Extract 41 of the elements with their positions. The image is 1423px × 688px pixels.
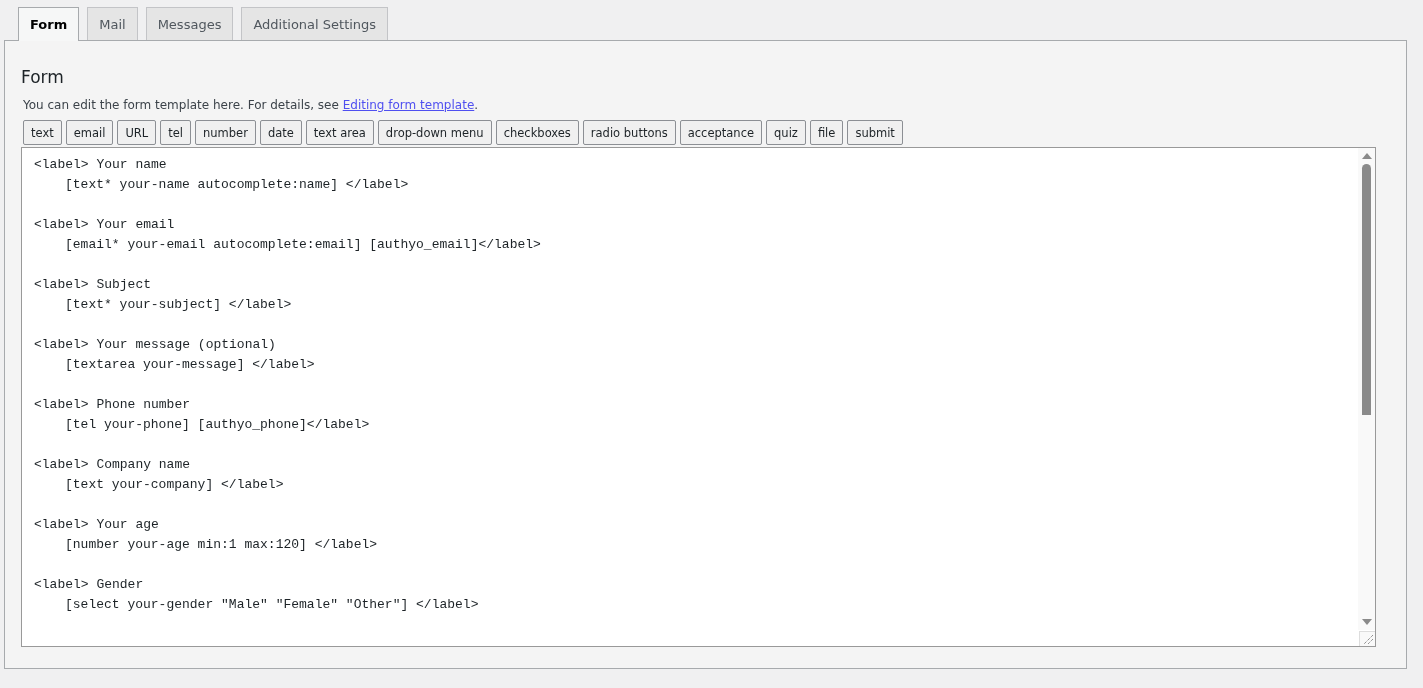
tab[interactable]: Form <box>18 7 80 41</box>
tag-generator-button[interactable]: date <box>259 120 302 145</box>
tag-generator-button[interactable]: submit <box>847 120 903 145</box>
tag-generator-button[interactable]: file <box>809 120 844 145</box>
tag-generator-button[interactable]: checkboxes <box>495 120 579 145</box>
resize-grip-icon[interactable] <box>1364 635 1373 644</box>
code-line: <label> Your message (optional) <box>34 337 276 352</box>
tag-generator-button[interactable]: acceptance <box>679 120 763 145</box>
tag-generator-button[interactable]: drop-down menu <box>377 120 492 145</box>
scroll-up-arrow-icon[interactable] <box>1361 153 1372 159</box>
section-heading: Form <box>21 67 65 87</box>
tag-generator-button[interactable]: URL <box>117 120 157 145</box>
code-line: [text your-company] </label> <box>65 477 284 492</box>
code-line: <label> Phone number <box>34 397 191 412</box>
code-line: <label> Subject <box>34 277 152 292</box>
code-line: <label> Your age <box>34 517 159 532</box>
tag-generator-button[interactable]: radio buttons <box>582 120 676 145</box>
form-template-editor[interactable] <box>21 147 1376 647</box>
tag-generator-button[interactable]: text area <box>305 120 374 145</box>
code-line: <label> Gender <box>34 577 144 592</box>
code-line: [tel your-phone] [authyo_phone]</label> <box>65 417 370 432</box>
tag-generator-button[interactable]: email <box>65 120 114 145</box>
tab[interactable]: Mail <box>87 7 138 40</box>
code-line: [email* your-email autocomplete:email] [authyo_email]</label> <box>65 237 541 252</box>
tab[interactable]: Messages <box>145 7 234 40</box>
scroll-down-arrow-icon[interactable] <box>1361 619 1372 625</box>
code-line: [number your-age min:1 max:120] </label> <box>65 537 378 552</box>
tag-generator-button[interactable]: quiz <box>766 120 806 145</box>
tag-generator-button[interactable]: text <box>23 120 62 145</box>
tag-generator-button[interactable]: tel <box>160 120 192 145</box>
code-line: <label> Your name <box>34 157 167 172</box>
code-line: [text* your-subject] </label> <box>65 297 292 312</box>
code-line: [select your-gender "Male" "Female" "Other"] </label> <box>65 597 479 612</box>
code-line: [textarea your-message] </label> <box>65 357 315 372</box>
tab[interactable]: Additional Settings <box>241 7 389 40</box>
code-line: [text* your-name autocomplete:name] </label> <box>65 177 409 192</box>
description-text: You can edit the form template here. For details, see Editing form template. <box>23 98 480 112</box>
tag-generator-button[interactable]: number <box>195 120 256 145</box>
code-line: <label> Your email <box>34 217 175 232</box>
scrollbar-thumb[interactable] <box>1362 164 1371 415</box>
code-line: <label> Company name <box>34 457 191 472</box>
